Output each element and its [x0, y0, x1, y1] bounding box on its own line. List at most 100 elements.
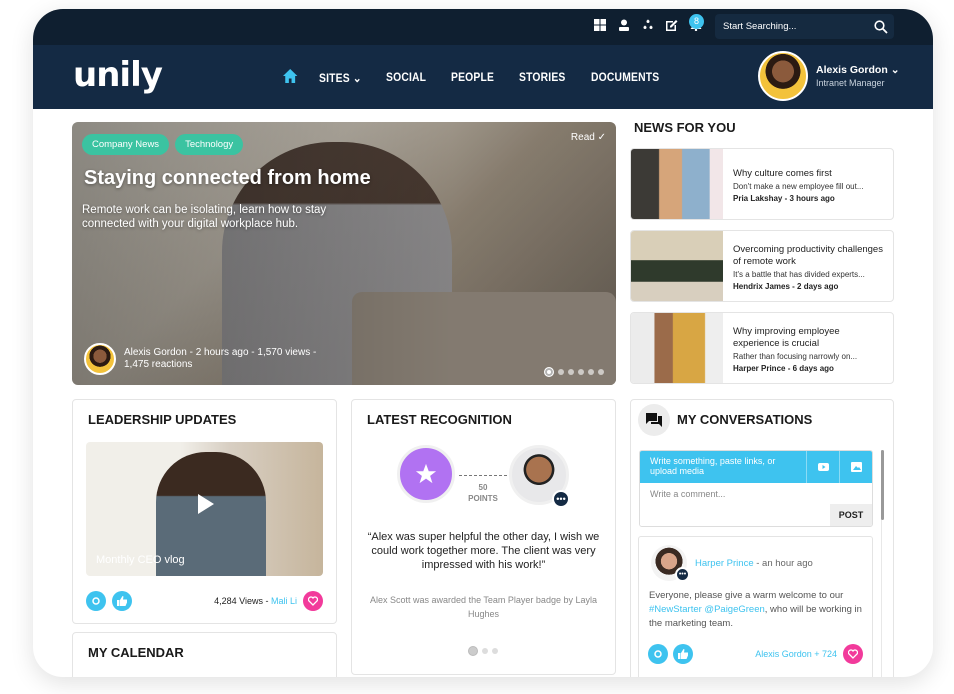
notification-badge: 8	[689, 14, 704, 29]
recognition-awarded: Alex Scott was awarded the Team Player b…	[370, 595, 597, 619]
post-author[interactable]: Harper Prince	[695, 558, 754, 569]
news-item-desc: Don't make a new employee fill out...	[733, 181, 864, 191]
carousel-dot[interactable]	[598, 369, 604, 375]
carousel-dot[interactable]	[588, 369, 594, 375]
utility-bar: 8	[33, 9, 933, 45]
search-icon[interactable]	[874, 20, 888, 34]
carousel-dot[interactable]	[558, 369, 564, 375]
read-indicator: Read ✓	[570, 132, 606, 143]
edit-icon[interactable]	[665, 18, 679, 32]
recognition-title: LATEST RECOGNITION	[367, 412, 512, 427]
carousel-dots	[544, 367, 604, 377]
star-icon	[415, 463, 437, 484]
heart-button[interactable]	[843, 644, 863, 664]
image-upload-button[interactable]	[839, 451, 872, 483]
nav-stories[interactable]: STORIES	[519, 72, 566, 84]
carousel-dot[interactable]	[468, 646, 478, 656]
nav-sites[interactable]: SITES ⌄	[319, 71, 362, 85]
unily-logo[interactable]: unily	[73, 55, 163, 95]
user-role: Intranet Manager	[816, 78, 885, 88]
news-item[interactable]: Why culture comes first Don't make a new …	[630, 148, 894, 220]
search-input[interactable]	[723, 14, 863, 39]
video-upload-button[interactable]	[806, 451, 839, 483]
carousel-dot[interactable]	[492, 648, 498, 654]
thumbs-up-icon	[678, 649, 688, 659]
video-icon	[817, 463, 829, 471]
news-item-desc: Rather than focusing narrowly on...	[733, 351, 858, 361]
user-menu[interactable]: Alexis Gordon ⌄ Intranet Manager	[758, 51, 900, 101]
user-icon[interactable]	[617, 18, 631, 32]
nav-home[interactable]	[283, 69, 298, 86]
hero-carousel[interactable]: Company News Technology Read ✓ Staying c…	[72, 122, 616, 385]
carousel-dot[interactable]	[578, 369, 584, 375]
comment-input[interactable]	[640, 483, 830, 526]
news-item[interactable]: Why improving employee experience is cru…	[630, 312, 894, 384]
windows-icon[interactable]	[593, 18, 607, 32]
share-button[interactable]	[86, 591, 106, 611]
author-avatar	[84, 343, 116, 375]
conversations-card: MY CONVERSATIONS Write something, paste …	[630, 399, 894, 677]
home-icon	[283, 69, 298, 83]
scrollbar[interactable]	[881, 450, 884, 520]
video-player[interactable]: Monthly CEO vlog	[86, 442, 323, 576]
carousel-dot[interactable]	[568, 369, 574, 375]
heart-button[interactable]	[303, 591, 323, 611]
post-text: Everyone, please give a warm welcome to …	[649, 589, 869, 631]
post-text-body: Everyone, please give a warm welcome to …	[649, 590, 844, 601]
nav-documents[interactable]: DOCUMENTS	[591, 72, 659, 84]
connector	[459, 475, 507, 476]
chevron-down-icon: ⌄	[890, 64, 900, 76]
news-item-title: Overcoming productivity challenges of re…	[733, 243, 883, 267]
hero-title[interactable]: Staying connected from home	[84, 167, 371, 190]
conversation-post: ••• Harper Prince - an hour ago Everyone…	[638, 536, 873, 677]
news-thumbnail	[631, 313, 723, 383]
tag-company-news[interactable]: Company News	[82, 134, 170, 155]
search-box	[715, 14, 894, 39]
post-button[interactable]: POST	[830, 504, 872, 526]
nav-social[interactable]: SOCIAL	[386, 72, 426, 84]
news-item-title: Why culture comes first	[733, 167, 832, 179]
news-item-desc: It's a battle that has divided experts..…	[733, 269, 865, 279]
image-icon	[850, 462, 862, 472]
chevron-down-icon: ⌄	[352, 72, 362, 85]
news-item-meta: Harper Prince - 6 days ago	[733, 363, 834, 373]
reaction-summary[interactable]: Alexis Gordon + 724	[755, 649, 837, 659]
like-button[interactable]	[112, 591, 132, 611]
app-frame: 8 unily SITES ⌄ SOCIAL PEOPLE STORIES DO…	[33, 9, 933, 677]
tag-technology[interactable]: Technology	[175, 134, 244, 155]
carousel-dot[interactable]	[544, 367, 554, 377]
heart-icon	[308, 596, 318, 606]
user-name: Alexis Gordon	[816, 64, 888, 76]
share-icon	[92, 597, 100, 605]
news-item-meta: Hendrix James - 2 days ago	[733, 281, 839, 291]
points-label: POINTS	[468, 494, 498, 503]
heart-icon	[848, 649, 858, 659]
badge-star	[397, 445, 455, 503]
composer-prompt[interactable]: Write something, paste links, or upload …	[640, 451, 806, 483]
more-options-button[interactable]: •••	[552, 490, 570, 508]
composer: Write something, paste links, or upload …	[639, 450, 873, 527]
hero-meta: Alexis Gordon - 2 hours ago - 1,570 view…	[124, 347, 317, 370]
play-icon[interactable]	[198, 494, 214, 514]
user-avatar	[758, 51, 808, 101]
stars-icon[interactable]	[641, 18, 655, 32]
chat-icon	[638, 404, 670, 436]
main-nav: unily SITES ⌄ SOCIAL PEOPLE STORIES DOCU…	[33, 45, 933, 109]
news-section-title: NEWS FOR YOU	[634, 120, 736, 135]
author-link[interactable]: Mali Li	[271, 596, 297, 606]
conversations-title: MY CONVERSATIONS	[677, 412, 813, 427]
like-button[interactable]	[673, 644, 693, 664]
calendar-title: MY CALENDAR	[88, 645, 184, 660]
nav-people[interactable]: PEOPLE	[451, 72, 494, 84]
points: 50 POINTS	[460, 482, 506, 504]
points-value: 50	[478, 483, 488, 492]
leadership-title: LEADERSHIP UPDATES	[88, 412, 237, 427]
post-tags[interactable]: #NewStarter @PaigeGreen	[649, 604, 765, 615]
nav-menu: SITES ⌄ SOCIAL PEOPLE STORIES DOCUMENTS	[283, 69, 667, 86]
news-item[interactable]: Overcoming productivity challenges of re…	[630, 230, 894, 302]
more-options-button[interactable]: •••	[675, 567, 690, 582]
view-count: 4,284 Views -	[214, 596, 271, 606]
carousel-dot[interactable]	[482, 648, 488, 654]
share-icon	[654, 650, 662, 658]
share-button[interactable]	[648, 644, 668, 664]
